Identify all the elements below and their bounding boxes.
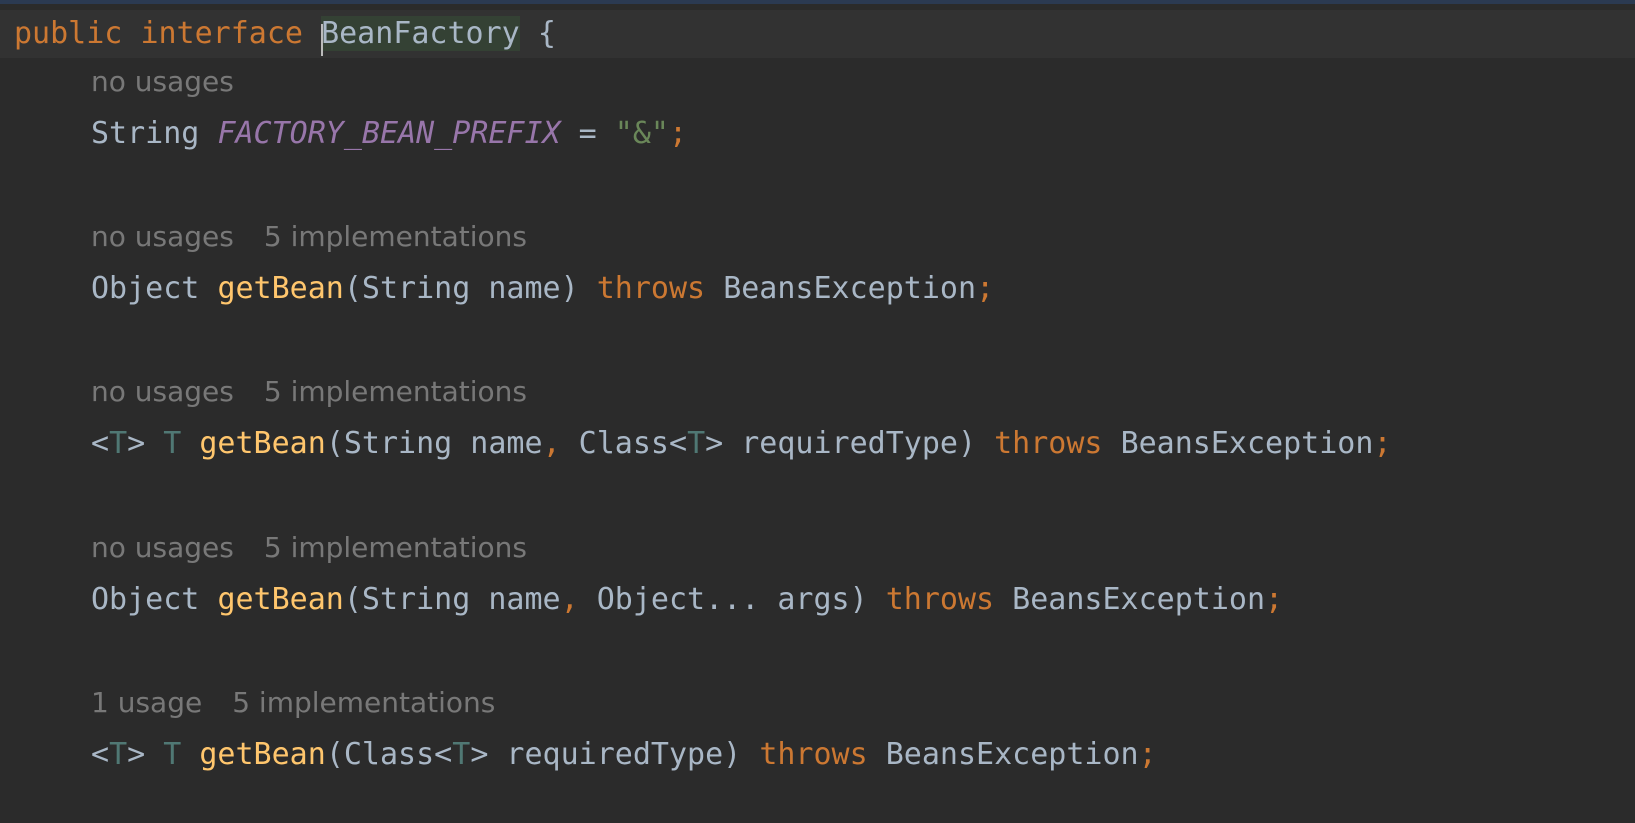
keyword-throws: throws (759, 737, 868, 772)
text-caret (321, 24, 324, 56)
usages-count[interactable]: no usages (91, 531, 234, 564)
exception-type: BeansException (885, 737, 1139, 772)
parameters: (String name) (343, 271, 579, 306)
type-parameter: T (687, 426, 706, 461)
usages-count[interactable]: no usages (91, 375, 234, 408)
implementations-count[interactable]: 5 implementations (232, 686, 495, 719)
interface-name[interactable]: BeanFactory (321, 16, 520, 56)
interface-declaration-line[interactable]: public interface BeanFactory { (0, 10, 1635, 58)
parameter-1-end: > requiredType) (470, 737, 742, 772)
return-type: T (163, 426, 182, 461)
parameter-1-start: (Class< (325, 737, 453, 772)
string-literal: "&" (614, 116, 669, 151)
usage-hint[interactable]: no usages 5 implementations (91, 528, 527, 568)
semicolon: ; (1373, 426, 1392, 461)
usages-count[interactable]: no usages (91, 220, 234, 253)
type-parameter: T (109, 737, 128, 772)
semicolon: ; (1138, 737, 1157, 772)
generic-close: > (127, 737, 146, 772)
usages-count[interactable]: no usages (91, 65, 234, 98)
exception-type: BeansException (1120, 426, 1374, 461)
exception-type: BeansException (723, 271, 977, 306)
keyword-interface: interface (140, 16, 303, 51)
parameter-1: (String name (325, 426, 543, 461)
parameter-1: (String name (343, 582, 561, 617)
semicolon: ; (976, 271, 995, 306)
generic-open: < (91, 737, 110, 772)
method-name: getBean (199, 737, 326, 772)
type-parameter: T (452, 737, 471, 772)
method-name: getBean (217, 271, 344, 306)
usage-hint[interactable]: 1 usage 5 implementations (91, 683, 495, 723)
parameter-2-start: Class< (560, 426, 688, 461)
code-line-getbean-args[interactable]: Object getBean(String name, Object... ar… (0, 578, 1635, 622)
keyword-throws: throws (994, 426, 1103, 461)
generic-close: > (127, 426, 146, 461)
comma: , (560, 582, 579, 617)
open-brace: { (537, 16, 556, 51)
return-type: Object (91, 582, 200, 617)
parameter-2-end: > requiredType) (705, 426, 977, 461)
usage-hint[interactable]: no usages (91, 62, 234, 102)
semicolon: ; (668, 116, 688, 151)
field-type: String (91, 116, 200, 151)
method-name: getBean (199, 426, 326, 461)
keyword-throws: throws (596, 271, 706, 306)
usage-hint[interactable]: no usages 5 implementations (91, 217, 527, 257)
code-line-getbean-type[interactable]: <T> T getBean(Class<T> requiredType) thr… (0, 733, 1635, 777)
generic-open: < (91, 426, 110, 461)
implementations-count[interactable]: 5 implementations (264, 531, 527, 564)
comma: , (542, 426, 561, 461)
code-editor[interactable]: public interface BeanFactory { no usages… (0, 0, 1635, 823)
keyword-public: public (14, 16, 123, 51)
parameter-2: Object... args) (578, 582, 868, 617)
return-type: T (163, 737, 182, 772)
semicolon: ; (1265, 582, 1284, 617)
usages-count[interactable]: 1 usage (91, 686, 202, 719)
code-line-getbean-name-type[interactable]: <T> T getBean(String name, Class<T> requ… (0, 422, 1635, 466)
keyword-throws: throws (885, 582, 995, 617)
return-type: Object (91, 271, 200, 306)
method-name: getBean (217, 582, 344, 617)
implementations-count[interactable]: 5 implementations (264, 220, 527, 253)
code-line-constant[interactable]: String FACTORY_BEAN_PREFIX = "&"; (0, 112, 1635, 156)
equals-sign: = (560, 116, 615, 151)
interface-name-text: BeanFactory (321, 16, 520, 51)
implementations-count[interactable]: 5 implementations (264, 375, 527, 408)
type-parameter: T (109, 426, 128, 461)
exception-type: BeansException (1012, 582, 1266, 617)
code-line-getbean-name[interactable]: Object getBean(String name) throws Beans… (0, 267, 1635, 311)
constant-name: FACTORY_BEAN_PREFIX (217, 116, 561, 151)
usage-hint[interactable]: no usages 5 implementations (91, 372, 527, 412)
